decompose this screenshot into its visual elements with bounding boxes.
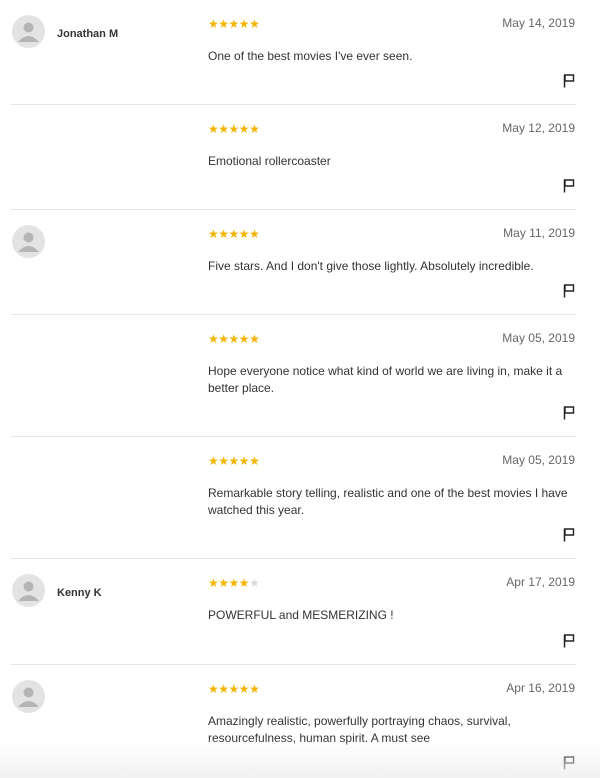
star-icon: ★ <box>228 122 240 136</box>
star-icon: ★ <box>249 454 260 468</box>
flag-icon[interactable] <box>563 528 575 542</box>
flag-icon[interactable] <box>563 634 575 648</box>
avatar <box>12 15 45 48</box>
star-icon: ★ <box>228 576 240 590</box>
star-icon: ★ <box>249 122 260 136</box>
review-item: Jonathan M ★★★★★ May 14, 2019 One of the… <box>11 0 576 105</box>
review-date: May 12, 2019 <box>502 121 575 135</box>
star-rating: ★★★★★ <box>208 332 260 346</box>
star-icon: ★ <box>208 122 219 136</box>
star-rating: ★★★★★ <box>208 17 260 31</box>
review-text: POWERFUL and MESMERIZING ! <box>208 608 394 622</box>
star-icon: ★ <box>208 576 219 590</box>
user-icon <box>18 581 39 601</box>
star-icon: ★ <box>238 227 250 241</box>
star-rating: ★★★★★ <box>208 227 260 241</box>
star-icon: ★ <box>218 576 229 590</box>
star-icon: ★ <box>208 227 219 241</box>
star-icon: ★ <box>208 332 219 346</box>
review-item: Kenny K ★★★★★ Apr 17, 2019 POWERFUL and … <box>11 559 576 665</box>
flag-icon[interactable] <box>563 406 575 420</box>
review-text: Amazingly realistic, powerfully portrayi… <box>208 714 511 745</box>
review-item: ★★★★★ Apr 16, 2019 Amazingly realistic, … <box>11 665 576 778</box>
review-date: May 11, 2019 <box>503 226 575 240</box>
review-text: Remarkable story telling, realistic and … <box>208 486 568 517</box>
reviewer-name[interactable]: Kenny K <box>57 587 102 599</box>
star-icon: ★ <box>249 227 260 241</box>
flag-icon[interactable] <box>563 74 575 88</box>
user-icon <box>18 232 39 252</box>
star-icon: ★ <box>228 682 240 696</box>
review-item: ★★★★★ May 05, 2019 Remarkable story tell… <box>11 437 576 559</box>
review-date: May 14, 2019 <box>502 16 575 30</box>
review-text: Five stars. And I don't give those light… <box>208 259 534 273</box>
review-date: May 05, 2019 <box>502 453 575 467</box>
star-rating: ★★★★★ <box>208 122 260 136</box>
star-rating: ★★★★★ <box>208 454 260 468</box>
review-text: Emotional rollercoaster <box>208 154 331 168</box>
avatar <box>12 574 45 607</box>
star-icon: ★ <box>228 227 240 241</box>
star-icon: ★ <box>218 17 229 31</box>
review-date: Apr 17, 2019 <box>506 575 575 589</box>
star-icon: ★ <box>238 576 250 590</box>
star-icon: ★ <box>208 454 219 468</box>
flag-icon[interactable] <box>563 179 575 193</box>
star-empty-icon: ★ <box>249 576 260 590</box>
reviewer-name[interactable]: Jonathan M <box>57 28 118 40</box>
review-list: Jonathan M ★★★★★ May 14, 2019 One of the… <box>0 0 600 778</box>
review-text: One of the best movies I've ever seen. <box>208 49 413 63</box>
review-item: ★★★★★ May 11, 2019 Five stars. And I don… <box>11 210 576 315</box>
star-icon: ★ <box>208 17 219 31</box>
avatar <box>12 225 45 258</box>
star-icon: ★ <box>249 332 260 346</box>
flag-icon[interactable] <box>563 756 575 770</box>
star-icon: ★ <box>208 682 219 696</box>
star-icon: ★ <box>228 17 240 31</box>
star-icon: ★ <box>238 17 250 31</box>
review-item: ★★★★★ May 12, 2019 Emotional rollercoast… <box>11 105 576 210</box>
star-icon: ★ <box>228 332 240 346</box>
star-icon: ★ <box>238 682 250 696</box>
user-icon <box>18 22 39 42</box>
star-icon: ★ <box>238 332 250 346</box>
star-icon: ★ <box>218 122 229 136</box>
star-rating: ★★★★★ <box>208 682 260 696</box>
star-icon: ★ <box>238 454 250 468</box>
flag-icon[interactable] <box>563 284 575 298</box>
star-icon: ★ <box>218 682 229 696</box>
user-icon <box>18 687 39 707</box>
avatar <box>12 680 45 713</box>
star-icon: ★ <box>249 17 260 31</box>
star-icon: ★ <box>238 122 250 136</box>
review-date: Apr 16, 2019 <box>506 681 575 695</box>
star-icon: ★ <box>218 332 229 346</box>
star-icon: ★ <box>228 454 240 468</box>
star-rating: ★★★★★ <box>208 576 260 590</box>
star-icon: ★ <box>218 227 229 241</box>
review-item: ★★★★★ May 05, 2019 Hope everyone notice … <box>11 315 576 437</box>
review-text: Hope everyone notice what kind of world … <box>208 364 563 395</box>
review-date: May 05, 2019 <box>502 331 575 345</box>
star-icon: ★ <box>218 454 229 468</box>
star-icon: ★ <box>249 682 260 696</box>
